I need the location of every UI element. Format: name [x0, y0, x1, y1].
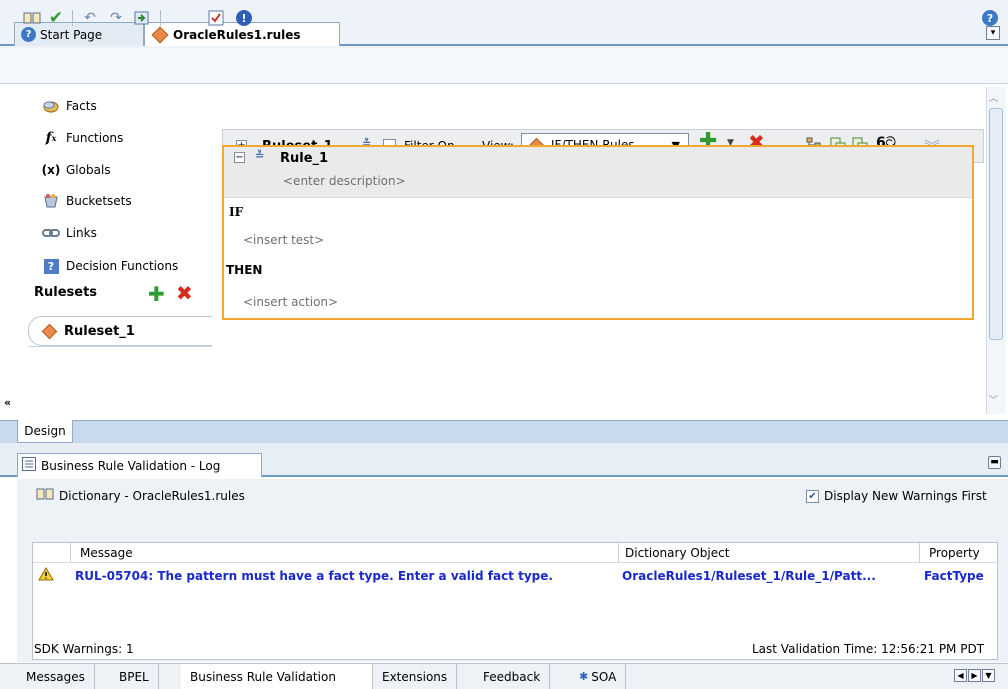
- divider: [28, 346, 212, 347]
- tab-business-rule-validation[interactable]: Business Rule Validation: [181, 664, 373, 689]
- editor-mode-strip: [0, 420, 1008, 443]
- nav-item-globals-label: Globals: [66, 163, 111, 177]
- tab-business-rule-validation-log[interactable]: Business Rule Validation - Log: [17, 453, 262, 477]
- tab-soa[interactable]: ✱ SOA: [570, 664, 627, 689]
- dictionary-header: Dictionary - OracleRules1.rules: [36, 487, 245, 504]
- display-new-warnings-checkbox[interactable]: ✔: [806, 489, 819, 503]
- then-label: THEN: [226, 263, 263, 277]
- tab-design[interactable]: Design: [17, 420, 73, 443]
- function-icon: fx: [45, 130, 57, 146]
- info-icon[interactable]: !: [234, 8, 254, 28]
- nav-item-facts-label: Facts: [66, 99, 97, 113]
- rule-name[interactable]: Rule_1: [280, 151, 328, 166]
- nav-item-decision-functions-label: Decision Functions: [66, 259, 179, 273]
- tab-messages[interactable]: Messages: [17, 664, 95, 689]
- rules-diamond-icon: [151, 26, 169, 43]
- soa-icon: ✱: [579, 670, 589, 683]
- rule-description-placeholder[interactable]: <enter description>: [283, 174, 406, 188]
- dictionary-book-icon: [36, 487, 54, 504]
- help-icon[interactable]: ?: [980, 8, 1000, 28]
- scroll-up-icon[interactable]: ︿: [989, 91, 998, 104]
- ruleset-item-label: Ruleset_1: [64, 323, 135, 339]
- ruleset-diamond-icon: [41, 323, 58, 339]
- table-header: [33, 543, 997, 563]
- table-row-dictionary-object[interactable]: OracleRules1/Ruleset_1/Rule_1/Patt...: [622, 569, 876, 583]
- decision-function-icon: ?: [42, 258, 60, 274]
- tab-list-dropdown-icon[interactable]: ▼: [982, 669, 995, 682]
- nav-item-functions-label: Functions: [66, 131, 124, 145]
- delete-ruleset-icon[interactable]: ✖: [176, 283, 193, 303]
- tab-bpel[interactable]: BPEL: [110, 664, 159, 689]
- tab-oraclerules1-label: OracleRules1.rules: [173, 27, 301, 42]
- tab-start-page-label: Start Page: [40, 27, 103, 42]
- nav-item-facts[interactable]: Facts: [42, 95, 97, 117]
- nav-item-functions[interactable]: fx Functions: [42, 127, 124, 149]
- rule-header: [224, 147, 972, 198]
- table-row-property[interactable]: FactType: [924, 569, 984, 583]
- nav-item-links-label: Links: [66, 226, 97, 240]
- rule-options-icon[interactable]: ≚: [255, 149, 264, 162]
- scroll-right-icon[interactable]: ▶: [968, 669, 981, 682]
- toolbar-separator: [160, 10, 161, 26]
- insert-test-placeholder[interactable]: <insert test>: [243, 233, 324, 247]
- links-icon: [42, 225, 60, 241]
- scroll-down-icon[interactable]: ﹀: [989, 393, 998, 406]
- column-divider[interactable]: [618, 543, 619, 563]
- log-list-icon: [22, 457, 36, 474]
- tab-feedback[interactable]: Feedback: [474, 664, 551, 689]
- import-icon[interactable]: [132, 8, 152, 28]
- bucketsets-icon: [42, 193, 60, 209]
- validate-check-icon[interactable]: ✔: [46, 8, 66, 28]
- redo-icon[interactable]: ↷: [106, 8, 126, 28]
- nav-item-globals[interactable]: (x) Globals: [42, 159, 111, 181]
- help-circle-icon: ?: [21, 27, 36, 42]
- display-new-warnings-toggle[interactable]: ✔ Display New Warnings First: [806, 489, 987, 503]
- toolbar-separator: [72, 10, 73, 26]
- last-validation-time: Last Validation Time: 12:56:21 PM PDT: [752, 642, 985, 656]
- dictionary-label: Dictionary - OracleRules1.rules: [59, 488, 245, 503]
- facts-icon: [42, 98, 60, 114]
- undo-icon[interactable]: ↶: [80, 8, 100, 28]
- column-divider[interactable]: [919, 543, 920, 563]
- tab-list-dropdown[interactable]: ▾: [986, 26, 1000, 40]
- minimize-icon[interactable]: ▬: [988, 456, 1001, 469]
- chevron-down-icon: ▾: [990, 28, 996, 38]
- insert-action-placeholder[interactable]: <insert action>: [243, 295, 338, 309]
- nav-item-links[interactable]: Links: [42, 222, 97, 244]
- tab-extensions[interactable]: Extensions: [373, 664, 458, 689]
- column-header-message[interactable]: Message: [80, 546, 133, 560]
- ruleset-list-item[interactable]: Ruleset_1: [28, 316, 212, 346]
- splitter[interactable]: [0, 443, 1008, 451]
- log-tab-label: Business Rule Validation - Log: [41, 458, 221, 473]
- main-toolbar: [0, 48, 1008, 84]
- if-label: IF: [229, 205, 244, 219]
- scrollbar-thumb[interactable]: [989, 108, 1003, 340]
- add-ruleset-icon[interactable]: ✚: [148, 284, 165, 304]
- display-new-warnings-label: Display New Warnings First: [824, 489, 987, 503]
- sdk-warnings-status: SDK Warnings: 1: [34, 642, 134, 656]
- nav-item-bucketsets[interactable]: Bucketsets: [42, 190, 132, 212]
- tab-soa-label: SOA: [591, 669, 617, 684]
- table-row-message[interactable]: RUL-05704: The pattern must have a fact …: [75, 569, 553, 583]
- scroll-left-icon[interactable]: ◀: [954, 669, 967, 682]
- warning-triangle-icon: [38, 567, 54, 584]
- dictionary-book-icon[interactable]: [22, 8, 42, 28]
- column-divider: [70, 543, 71, 563]
- nav-item-bucketsets-label: Bucketsets: [66, 194, 132, 208]
- bottom-tab-nav: ◀ ▶ ▼: [954, 669, 995, 682]
- test-checklist-icon[interactable]: [206, 8, 226, 28]
- nav-item-decision-functions[interactable]: ? Decision Functions: [42, 255, 178, 277]
- collapse-panel-icon[interactable]: «: [4, 396, 11, 409]
- globals-icon: (x): [41, 163, 61, 177]
- column-header-dictionary-object[interactable]: Dictionary Object: [625, 546, 729, 560]
- column-header-property[interactable]: Property: [929, 546, 980, 560]
- collapse-rule-icon[interactable]: −: [234, 152, 245, 163]
- rulesets-heading: Rulesets: [34, 285, 98, 300]
